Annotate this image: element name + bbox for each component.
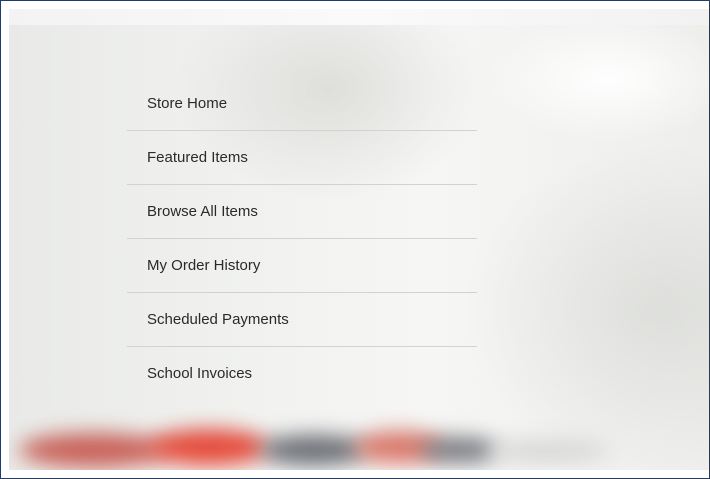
top-strip: [9, 9, 709, 25]
menu-item-browse-all-items[interactable]: Browse All Items: [127, 185, 477, 239]
menu-item-featured-items[interactable]: Featured Items: [127, 131, 477, 185]
menu-item-school-invoices[interactable]: School Invoices: [127, 347, 477, 401]
menu-item-scheduled-payments[interactable]: Scheduled Payments: [127, 293, 477, 347]
menu-item-store-home[interactable]: Store Home: [127, 77, 477, 131]
background-image: Store Home Featured Items Browse All Ite…: [9, 9, 709, 470]
menu-item-my-order-history[interactable]: My Order History: [127, 239, 477, 293]
page-frame: Store Home Featured Items Browse All Ite…: [0, 0, 710, 479]
store-menu: Store Home Featured Items Browse All Ite…: [127, 77, 477, 401]
blurred-background-band: [9, 421, 709, 470]
